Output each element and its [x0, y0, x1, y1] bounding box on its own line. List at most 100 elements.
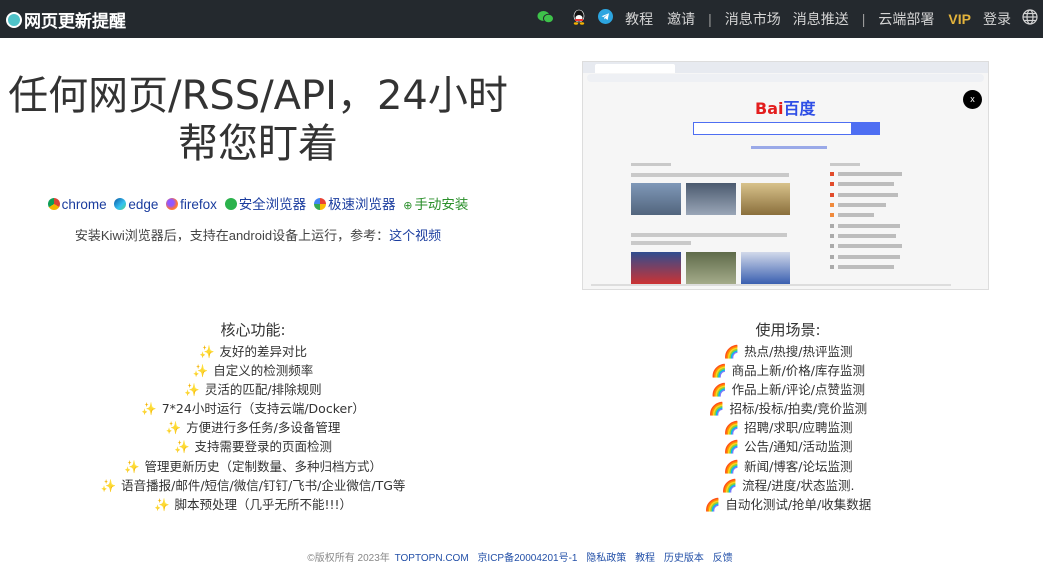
- preview-logo-a: Bai: [755, 99, 784, 118]
- edge-icon: [114, 198, 127, 210]
- nav-message-market[interactable]: 消息市场: [725, 9, 781, 29]
- sparkle-icon: ✨: [141, 401, 157, 417]
- scenarios-title: 使用场景:: [755, 321, 821, 339]
- browser-extension-links: chrome edge firefox 安全浏览器 极速浏览器 ⊕ 手动安装: [0, 193, 516, 213]
- hero-title-line2: 帮您盯着: [178, 121, 338, 167]
- chrome-icon: [47, 198, 60, 210]
- preview-search-button: [851, 122, 880, 135]
- telegram-icon[interactable]: [598, 9, 614, 29]
- feature-item: ✨ 管理更新历史（定制数量、多种归档方式）: [30, 457, 476, 476]
- nav-message-push[interactable]: 消息推送: [793, 9, 849, 29]
- feature-text: 灵活的匹配/排除规则: [204, 382, 322, 398]
- footer-icp-link[interactable]: 京ICP备20004201号-1: [477, 553, 577, 564]
- preview-news-image: [686, 183, 736, 215]
- feature-text: 7*24小时运行（支持云端/Docker）: [161, 401, 365, 417]
- preview-news-tabs: [631, 163, 671, 166]
- nav-separator: |: [708, 11, 712, 27]
- feature-item: ✨ 支持需要登录的页面检测: [30, 437, 476, 456]
- preview-hot-item: [838, 172, 902, 176]
- sparkle-icon: ✨: [153, 496, 170, 512]
- preview-hot-item: [838, 244, 902, 248]
- fast-browser-label: 极速浏览器: [327, 197, 396, 212]
- footer-tutorial-link[interactable]: 教程: [635, 553, 655, 564]
- preview-search-box: [693, 122, 853, 135]
- nav-invite[interactable]: 邀请: [667, 9, 695, 29]
- scenario-item: 🌈 热点/热搜/热评监测: [640, 342, 936, 361]
- chrome-label: chrome: [61, 197, 107, 212]
- safe-browser-icon: [224, 198, 237, 210]
- safe-browser-label: 安全浏览器: [238, 197, 307, 212]
- scenario-text: 自动化测试/抢单/收集数据: [725, 496, 872, 512]
- features-title: 核心功能:: [220, 321, 286, 339]
- scenario-item: 🌈 公告/通知/活动监测: [640, 437, 936, 456]
- footer-history-link[interactable]: 历史版本: [664, 553, 704, 564]
- qq-icon[interactable]: [572, 9, 586, 30]
- rainbow-icon: 🌈: [723, 439, 740, 455]
- preview-hot-rank: [830, 203, 834, 207]
- rainbow-icon: 🌈: [723, 344, 740, 359]
- chrome-link[interactable]: chrome: [47, 197, 107, 212]
- footer-site-link[interactable]: TOPTOPN.COM: [395, 553, 469, 564]
- features-list: ✨ 友好的差异对比 ✨ 自定义的检测频率 ✨ 灵活的匹配/排除规则 ✨ 7*24小时运行…: [30, 342, 476, 514]
- footer-feedback-link[interactable]: 反馈: [713, 553, 733, 564]
- nav-right: 教程 邀请 | 消息市场 消息推送 | 云端部署 VIP 登录: [537, 0, 1043, 38]
- preview-hot-rank: [830, 172, 834, 176]
- preview-hot-item: [838, 255, 900, 259]
- sparkle-icon: ✨: [192, 363, 209, 379]
- nav-login[interactable]: 登录: [983, 9, 1011, 29]
- preview-hot-rank: [830, 213, 834, 217]
- feature-text: 支持需要登录的页面检测: [194, 439, 333, 455]
- rainbow-icon: 🌈: [710, 363, 727, 379]
- feature-item: ✨ 语音播报/邮件/短信/微信/钉钉/飞书/企业微信/TG等: [30, 476, 476, 495]
- scenario-text: 招标/投标/拍卖/竞价监测: [729, 401, 868, 417]
- preview-hot-item: [838, 224, 900, 228]
- safe-browser-link[interactable]: 安全浏览器: [224, 197, 307, 212]
- nav-tutorial[interactable]: 教程: [625, 9, 653, 29]
- install-note-text: 安装Kiwi浏览器后，支持在android设备上运行，参考：: [74, 228, 390, 243]
- preview-news-image: [741, 183, 790, 215]
- rainbow-icon: 🌈: [704, 496, 721, 512]
- feature-item: ✨ 方便进行多任务/多设备管理: [30, 418, 476, 437]
- firefox-link[interactable]: firefox: [166, 197, 217, 212]
- preview-news-image: [631, 252, 681, 284]
- preview-hot-item: [838, 234, 896, 238]
- manual-install-link[interactable]: ⊕ 手动安装: [403, 197, 468, 212]
- video-link[interactable]: 这个视频: [389, 228, 441, 243]
- scenario-item: 🌈 自动化测试/抢单/收集数据: [640, 495, 936, 514]
- feature-text: 方便进行多任务/多设备管理: [186, 420, 341, 436]
- scenario-text: 商品上新/价格/库存监测: [731, 363, 865, 379]
- preview-news-image: [631, 183, 681, 215]
- preview-hot-rank: [830, 224, 834, 228]
- nav-separator: |: [861, 11, 866, 27]
- scenario-text: 流程/进度/状态监测.: [742, 477, 855, 493]
- fast-browser-link[interactable]: 极速浏览器: [313, 197, 396, 212]
- feature-item: ✨ 灵活的匹配/排除规则: [30, 380, 476, 399]
- preview-hot-rank: [830, 193, 834, 197]
- brand-name: 网页更新提醒: [24, 12, 126, 32]
- nav-vip[interactable]: VIP: [948, 11, 971, 27]
- preview-news-image: [686, 252, 736, 284]
- nav-cloud-deploy[interactable]: 云端部署: [878, 9, 934, 29]
- preview-footer-line: [591, 284, 951, 286]
- sparkle-icon: ✨: [198, 344, 215, 359]
- edge-link[interactable]: edge: [114, 197, 158, 212]
- preview-news-title: [631, 233, 787, 237]
- preview-hot-title: [830, 163, 860, 166]
- logo-icon: [6, 11, 22, 28]
- preview-tab: [595, 64, 675, 73]
- footer-privacy-link[interactable]: 隐私政策: [586, 553, 626, 564]
- preview-hot-rank: [830, 255, 834, 259]
- brand[interactable]: 网页更新提醒: [6, 7, 126, 32]
- preview-close-button[interactable]: x: [963, 90, 982, 109]
- hero-title-line1: 任何网页/RSS/API，24小时: [8, 73, 508, 119]
- scenario-item: 🌈 作品上新/评论/点赞监测: [640, 380, 936, 399]
- preview-hot-item: [838, 182, 894, 186]
- sparkle-icon: ✨: [184, 382, 200, 398]
- sparkle-icon: ✨: [173, 439, 190, 455]
- wechat-icon[interactable]: [537, 10, 555, 29]
- feature-text: 管理更新历史（定制数量、多种归档方式）: [144, 458, 383, 474]
- firefox-icon: [166, 198, 179, 210]
- globe-icon[interactable]: [1022, 8, 1038, 30]
- preview-baidu-logo: Bai百度: [755, 95, 816, 119]
- rainbow-icon: 🌈: [710, 382, 727, 398]
